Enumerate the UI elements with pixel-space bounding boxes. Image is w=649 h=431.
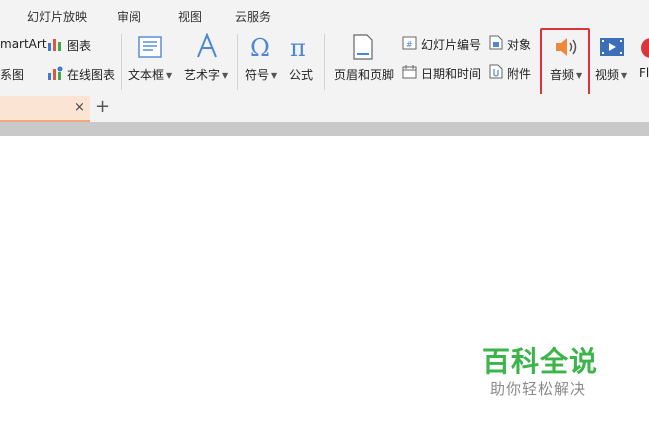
datetime-button[interactable]: 日期和时间 (421, 65, 481, 82)
video-icon (600, 38, 624, 56)
separator (237, 34, 238, 90)
formula-button[interactable]: 公式 (289, 66, 313, 83)
arttext-label: 艺术字 (184, 68, 221, 82)
menu-tab-bar: 幻灯片放映 审阅 视图 云服务 (0, 0, 649, 30)
textbox-button[interactable]: 文本框 ▼ (128, 66, 172, 83)
pi-icon: π (290, 35, 306, 59)
attachment-icon (489, 64, 503, 79)
separator (324, 34, 325, 90)
chevron-down-icon: ▼ (222, 71, 229, 80)
chevron-down-icon: ▼ (621, 71, 628, 80)
header-footer-icon (353, 34, 373, 60)
svg-text:π: π (290, 35, 306, 59)
chart-button[interactable]: 图表 (67, 37, 91, 54)
slide-number-button[interactable]: 幻灯片编号 (421, 36, 481, 53)
flash-button[interactable]: Fl (639, 66, 649, 80)
tab-view[interactable]: 视图 (178, 8, 202, 25)
audio-highlight-box (540, 28, 590, 97)
online-chart-icon (48, 66, 63, 80)
object-button[interactable]: 对象 (507, 36, 531, 53)
chart-icon (48, 39, 61, 51)
header-footer-button[interactable]: 页眉和页脚 (334, 66, 394, 83)
svg-text:#: # (406, 40, 413, 49)
symbol-button[interactable]: 符号 ▼ (245, 66, 277, 83)
video-label: 视频 (595, 68, 620, 82)
textbox-icon (138, 36, 162, 58)
object-icon (489, 35, 503, 50)
arttext-button[interactable]: 艺术字 ▼ (184, 66, 228, 83)
textbox-label: 文本框 (128, 68, 165, 82)
tab-review[interactable]: 审阅 (117, 8, 141, 25)
online-chart-button[interactable]: 在线图表 (67, 66, 115, 83)
workspace-border (0, 122, 649, 136)
video-button[interactable]: 视频 ▼ (595, 66, 627, 83)
separator (121, 34, 122, 90)
arttext-icon (197, 33, 217, 58)
chevron-down-icon: ▼ (166, 71, 173, 80)
tab-slideshow[interactable]: 幻灯片放映 (27, 8, 87, 25)
smartart-button[interactable]: martArt (0, 37, 47, 51)
attachment-button[interactable]: 附件 (507, 65, 531, 82)
calendar-icon (402, 65, 417, 79)
close-icon[interactable]: × (74, 100, 85, 115)
relation-chart-button[interactable]: 系图 (0, 66, 24, 83)
slide-number-icon: # (402, 36, 417, 50)
flash-icon (641, 38, 649, 58)
symbol-label: 符号 (245, 68, 270, 82)
document-tab[interactable]: × (0, 96, 90, 122)
chevron-down-icon: ▼ (271, 71, 278, 80)
svg-text:Ω: Ω (250, 35, 270, 59)
watermark-subtitle: 助你轻松解决 (490, 380, 587, 398)
watermark-title: 百科全说 (482, 345, 599, 378)
document-tab-bar: × + (0, 94, 649, 122)
new-tab-icon[interactable]: + (95, 96, 110, 117)
omega-icon: Ω (250, 35, 270, 59)
tab-cloud-service[interactable]: 云服务 (235, 8, 271, 25)
